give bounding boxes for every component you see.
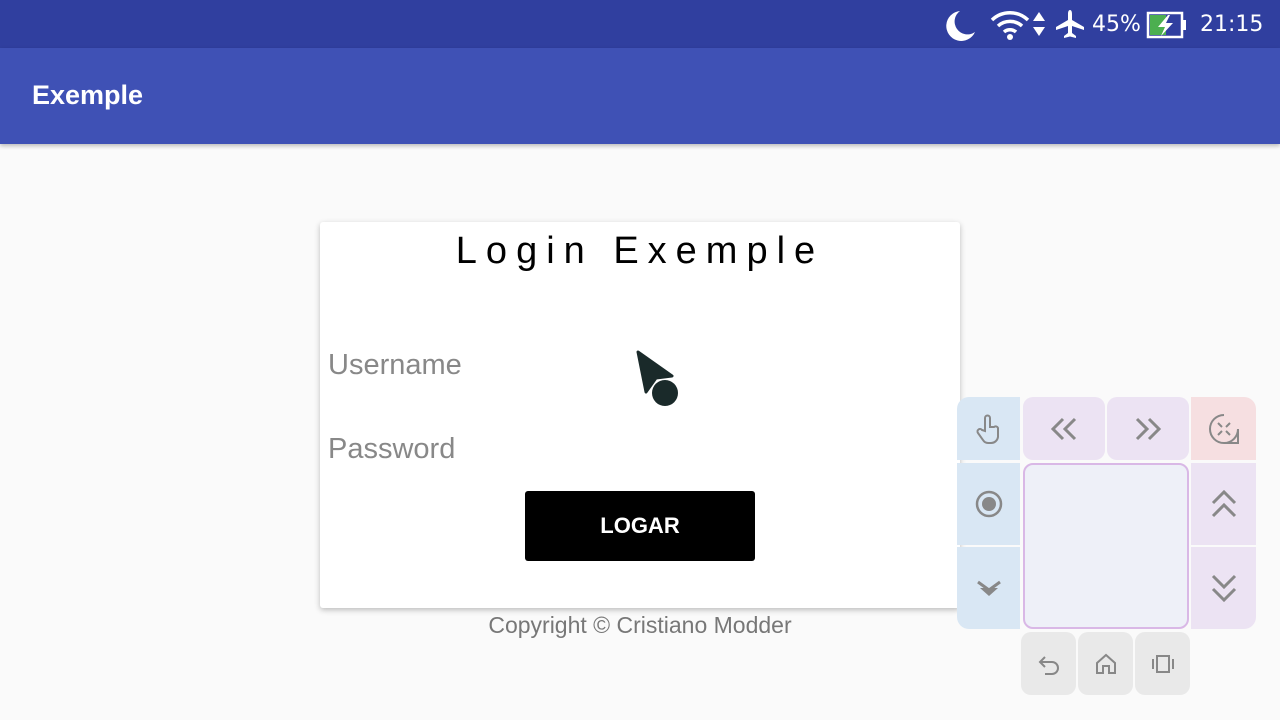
rewind-icon (1050, 417, 1077, 440)
fast-forward-icon (1135, 417, 1162, 440)
collapse-icon (1208, 413, 1239, 444)
login-card: Login Exemple LOGAR (320, 222, 960, 608)
nav-back-button[interactable] (1021, 632, 1076, 695)
scroll-up-icon (1211, 489, 1236, 518)
dropdown-button[interactable] (957, 547, 1020, 629)
battery-percent: 45% (1092, 12, 1141, 37)
app-title: Exemple (32, 80, 144, 110)
data-arrows-icon (1033, 12, 1045, 36)
battery-charging-icon (1146, 11, 1186, 39)
hand-icon (976, 414, 999, 444)
record-icon (975, 490, 1002, 518)
moon-icon (946, 11, 975, 41)
nav-recents-button[interactable] (1135, 632, 1190, 695)
login-button[interactable]: LOGAR (525, 491, 755, 561)
collapse-panel-button[interactable] (1191, 397, 1256, 460)
wifi-icon (990, 11, 1030, 40)
password-field[interactable] (328, 424, 928, 474)
fast-forward-button[interactable] (1107, 397, 1189, 460)
nav-home-button[interactable] (1078, 632, 1133, 695)
mouse-cursor-icon (636, 350, 678, 406)
clock: 21:15 (1200, 12, 1264, 37)
status-bar: 45% 21:15 (0, 0, 1280, 48)
scroll-down-icon (1211, 574, 1236, 603)
recents-icon (1151, 654, 1174, 673)
username-field[interactable] (328, 340, 928, 390)
back-icon (1038, 655, 1059, 675)
dropdown-icon (976, 580, 1001, 596)
record-button[interactable] (957, 463, 1020, 545)
scroll-up-button[interactable] (1191, 463, 1256, 545)
touch-mode-button[interactable] (957, 397, 1020, 460)
app-bar: Exemple (0, 48, 1280, 144)
touchpad-area[interactable] (1023, 463, 1189, 629)
scroll-down-button[interactable] (1191, 547, 1256, 629)
airplane-icon (1056, 10, 1084, 38)
rewind-button[interactable] (1023, 397, 1105, 460)
home-icon (1095, 653, 1116, 674)
login-title: Login Exemple (455, 230, 825, 272)
